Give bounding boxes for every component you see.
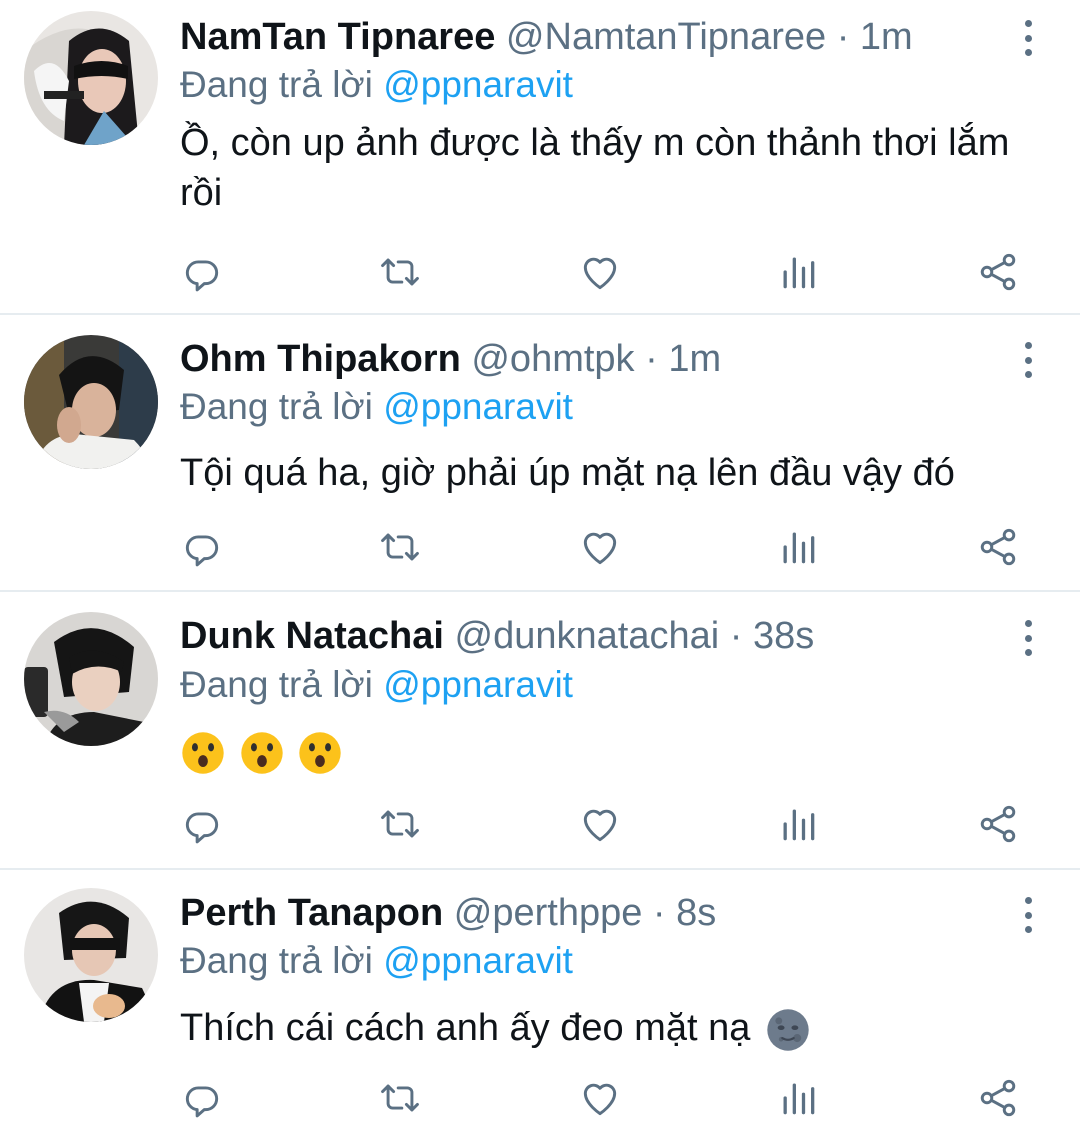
retweet-icon[interactable]: [378, 802, 422, 846]
display-name[interactable]: Perth Tanapon: [180, 892, 443, 934]
tweet[interactable]: Dunk Natachai @dunknatachai · 38s Đang t…: [0, 592, 1080, 868]
tweet-text: Ồ, còn up ảnh được là thấy m còn thảnh t…: [180, 122, 1010, 214]
share-icon[interactable]: [976, 525, 1020, 569]
reply-icon[interactable]: [180, 802, 224, 846]
timestamp[interactable]: · 38s: [730, 615, 814, 657]
avatar[interactable]: [24, 612, 158, 746]
retweet-icon[interactable]: [378, 525, 422, 569]
display-name[interactable]: Ohm Thipakorn: [180, 338, 461, 380]
replying-to: Đang trả lời @ppnaravit: [180, 662, 573, 708]
replying-to-label: Đang trả lời: [180, 664, 373, 705]
tweet-header: Ohm Thipakorn @ohmtpk · 1m: [180, 336, 990, 382]
tweet-actions: [180, 525, 1020, 569]
retweet-icon[interactable]: [378, 1076, 422, 1120]
display-name[interactable]: Dunk Natachai: [180, 615, 444, 657]
astonished-face-emoji: [239, 730, 285, 776]
heart-icon[interactable]: [578, 1076, 622, 1120]
username[interactable]: @ohmtpk: [471, 338, 634, 380]
retweet-icon[interactable]: [378, 250, 422, 294]
tweet-header: Dunk Natachai @dunknatachai · 38s: [180, 613, 990, 659]
replying-to-label: Đang trả lời: [180, 64, 373, 105]
avatar[interactable]: [24, 888, 158, 1022]
analytics-icon[interactable]: [776, 802, 820, 846]
tweet[interactable]: Ohm Thipakorn @ohmtpk · 1m Đang trả lời …: [0, 315, 1080, 590]
more-vertical-icon[interactable]: [1016, 897, 1040, 933]
username[interactable]: @perthppe: [454, 892, 643, 934]
replying-to: Đang trả lời @ppnaravit: [180, 384, 573, 430]
tweet[interactable]: NamTan Tipnaree @NamtanTipnaree · 1m Đan…: [0, 0, 1080, 313]
reply-icon[interactable]: [180, 1076, 224, 1120]
analytics-icon[interactable]: [776, 1076, 820, 1120]
share-icon[interactable]: [976, 802, 1020, 846]
heart-icon[interactable]: [578, 802, 622, 846]
tweet-text: Thích cái cách anh ấy đeo mặt nạ: [180, 1003, 1020, 1053]
more-vertical-icon[interactable]: [1016, 20, 1040, 56]
tweet-header: NamTan Tipnaree @NamtanTipnaree · 1m: [180, 14, 990, 60]
astonished-face-emoji: [180, 730, 226, 776]
display-name[interactable]: NamTan Tipnaree: [180, 16, 495, 58]
replying-to-link[interactable]: @ppnaravit: [383, 64, 573, 105]
replying-to: Đang trả lời @ppnaravit: [180, 938, 573, 984]
share-icon[interactable]: [976, 1076, 1020, 1120]
timestamp[interactable]: · 1m: [837, 16, 913, 58]
astonished-face-emoji: [297, 730, 343, 776]
reply-icon[interactable]: [180, 250, 224, 294]
tweet[interactable]: Perth Tanapon @perthppe · 8s Đang trả lờ…: [0, 870, 1080, 1139]
timestamp[interactable]: · 8s: [653, 892, 716, 934]
analytics-icon[interactable]: [776, 250, 820, 294]
tweet-text-content: Thích cái cách anh ấy đeo mặt nạ: [180, 1007, 751, 1049]
username[interactable]: @dunknatachai: [455, 615, 720, 657]
heart-icon[interactable]: [578, 250, 622, 294]
analytics-icon[interactable]: [776, 525, 820, 569]
more-vertical-icon[interactable]: [1016, 342, 1040, 378]
replying-to-label: Đang trả lời: [180, 940, 373, 981]
tweet-header: Perth Tanapon @perthppe · 8s: [180, 890, 990, 936]
replying-to-link[interactable]: @ppnaravit: [383, 664, 573, 705]
avatar[interactable]: [24, 11, 158, 145]
replying-to-link[interactable]: @ppnaravit: [383, 386, 573, 427]
tweet-actions: [180, 250, 1020, 294]
replying-to: Đang trả lời @ppnaravit: [180, 62, 573, 108]
tweet-actions: [180, 802, 1020, 846]
reply-icon[interactable]: [180, 525, 224, 569]
heart-icon[interactable]: [578, 525, 622, 569]
tweet-actions: [180, 1076, 1020, 1120]
username[interactable]: @NamtanTipnaree: [506, 16, 826, 58]
avatar[interactable]: [24, 335, 158, 469]
replying-to-link[interactable]: @ppnaravit: [383, 940, 573, 981]
tweet-text: Tội quá ha, giờ phải úp mặt nạ lên đầu v…: [180, 452, 955, 494]
more-vertical-icon[interactable]: [1016, 620, 1040, 656]
replying-to-label: Đang trả lời: [180, 386, 373, 427]
timestamp[interactable]: · 1m: [645, 338, 721, 380]
new-moon-face-emoji: [765, 1007, 811, 1053]
share-icon[interactable]: [976, 250, 1020, 294]
tweet-text: [180, 726, 1020, 776]
